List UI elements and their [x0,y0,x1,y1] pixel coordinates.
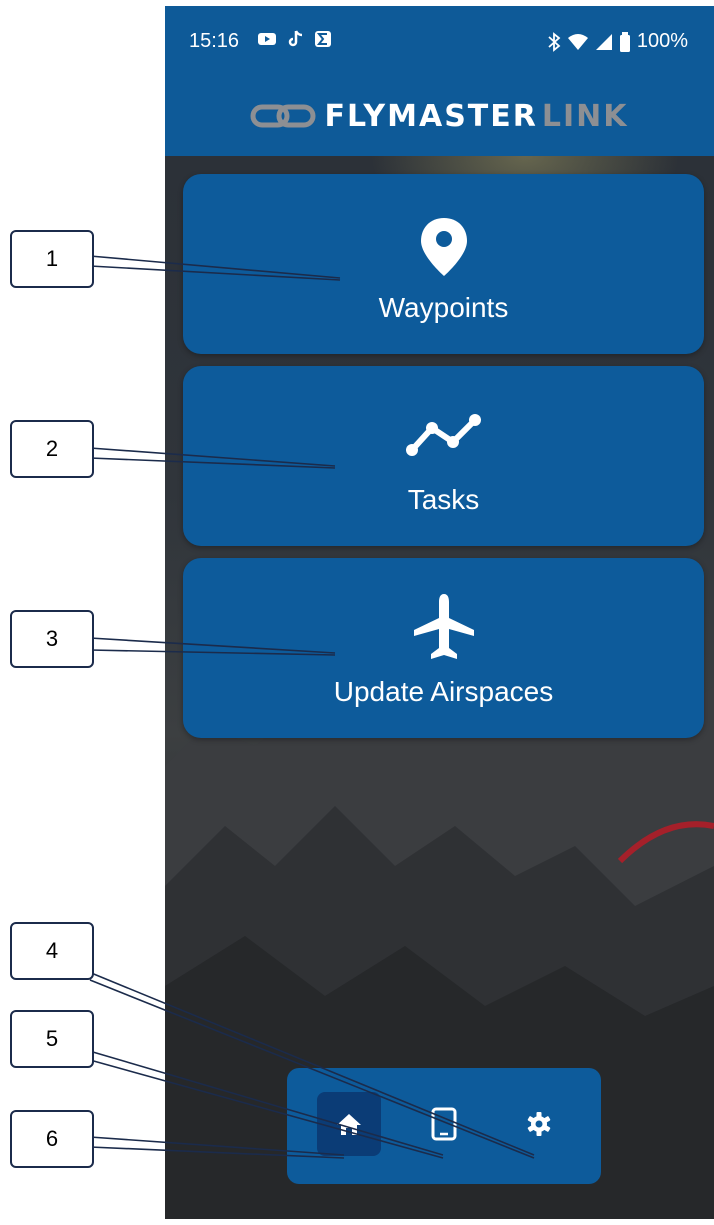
device-icon [431,1107,457,1141]
tasks-label: Tasks [407,484,480,515]
flymaster-link-logo: FLYMASTER LINK [250,99,628,134]
app-header: FLYMASTER LINK [165,76,714,156]
callout-4: 4 [10,922,94,980]
location-pin-icon [420,218,467,276]
youtube-icon [258,33,276,45]
status-bar: 15:16 100% [165,6,714,76]
status-time: 15:16 [189,30,240,52]
signal-icon [595,33,612,50]
wifi-icon [567,33,588,50]
callout-5: 5 [10,1010,94,1068]
callout-2: 2 [10,420,94,478]
battery-percent: 100% [636,30,688,52]
home-icon [337,1114,361,1135]
update-airspaces-button[interactable]: Update Airspaces [183,558,704,738]
battery-icon [619,31,630,52]
sigma-icon [315,31,331,47]
logo-text-link: LINK [541,98,629,134]
callout-3: 3 [10,610,94,668]
tiktok-icon [288,30,303,47]
home-nav-button[interactable] [317,1092,381,1156]
callout-1: 1 [10,230,94,288]
airplane-icon [413,594,474,659]
system-icons: 100% [547,30,688,53]
bluetooth-icon [548,31,561,52]
callout-6: 6 [10,1110,94,1168]
settings-nav-button[interactable] [507,1092,571,1156]
tasks-button[interactable]: Tasks [183,366,704,546]
logo-text-flymaster: FLYMASTER [324,98,538,134]
waypoints-button[interactable]: Waypoints [183,174,704,354]
update-airspaces-label: Update Airspaces [333,676,554,707]
bottom-navigation [287,1068,601,1184]
gear-icon [527,1112,551,1136]
phone-screen: 15:16 100% FLYMASTER LINK Waypoints Task… [165,6,714,1219]
device-nav-button[interactable] [412,1092,476,1156]
waypoints-label: Waypoints [378,292,509,323]
route-line-icon [405,414,481,456]
notification-icons [257,30,333,48]
chain-link-icon [250,104,316,128]
